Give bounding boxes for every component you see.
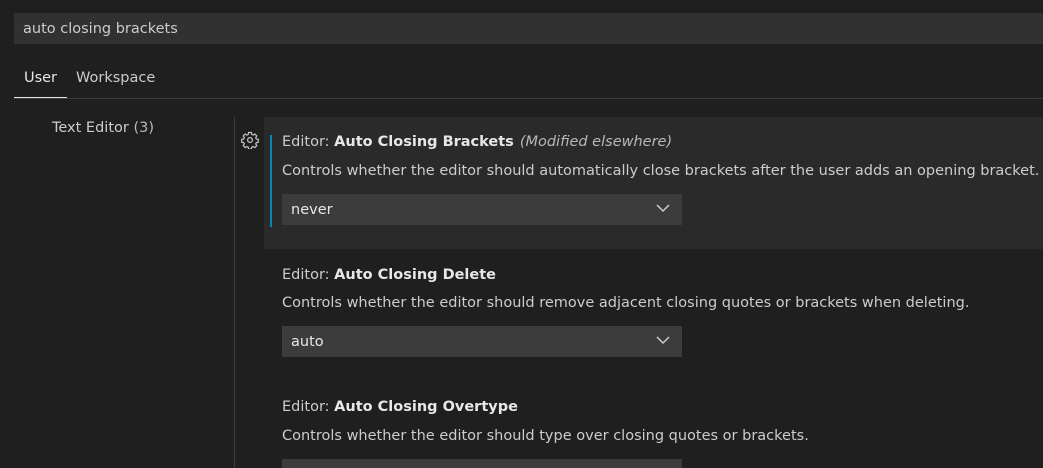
chevron-down-icon xyxy=(656,204,670,213)
setting-category: Editor: xyxy=(282,267,335,283)
setting-name: Auto Closing Brackets xyxy=(334,134,514,150)
setting-title: Editor: Auto Closing Delete xyxy=(282,267,496,283)
select-value: never xyxy=(291,201,333,218)
auto-closing-overtype-select[interactable] xyxy=(282,459,682,468)
search-input-value: auto closing brackets xyxy=(23,20,178,37)
setting-title: Editor: Auto Closing Brackets (Modified e… xyxy=(282,134,672,150)
toc-item-text-editor[interactable]: Text Editor (3) xyxy=(52,120,154,136)
toc-item-label: Text Editor xyxy=(52,120,129,136)
setting-auto-closing-delete: Editor: Auto Closing Delete Controls whe… xyxy=(264,249,1043,381)
auto-closing-brackets-select[interactable]: never xyxy=(282,194,682,225)
setting-auto-closing-overtype: Editor: Auto Closing Overtype Controls w… xyxy=(264,381,1043,468)
settings-scope-tabs: User Workspace xyxy=(14,59,1043,99)
tab-workspace[interactable]: Workspace xyxy=(76,59,155,97)
gear-icon[interactable] xyxy=(241,131,259,149)
chevron-down-icon xyxy=(656,336,670,345)
setting-description: Controls whether the editor should autom… xyxy=(282,163,1040,179)
setting-auto-closing-brackets: Editor: Auto Closing Brackets (Modified e… xyxy=(264,117,1043,249)
settings-search-input[interactable]: auto closing brackets xyxy=(14,13,1043,44)
toc-item-count: (3) xyxy=(133,120,155,136)
setting-category: Editor: xyxy=(282,399,335,415)
toc-divider[interactable] xyxy=(234,117,235,468)
setting-description: Controls whether the editor should remov… xyxy=(282,295,970,311)
setting-description: Controls whether the editor should type … xyxy=(282,428,809,444)
select-value: auto xyxy=(291,333,324,350)
settings-editor: auto closing brackets User Workspace Tex… xyxy=(0,0,1043,468)
modified-elsewhere-link[interactable]: (Modified elsewhere) xyxy=(520,134,672,150)
setting-name: Auto Closing Overtype xyxy=(334,399,518,415)
modified-indicator xyxy=(270,135,272,227)
setting-name: Auto Closing Delete xyxy=(334,267,497,283)
auto-closing-delete-select[interactable]: auto xyxy=(282,326,682,357)
setting-title: Editor: Auto Closing Overtype xyxy=(282,399,518,415)
setting-category: Editor: xyxy=(282,134,335,150)
tab-user[interactable]: User xyxy=(14,59,67,98)
